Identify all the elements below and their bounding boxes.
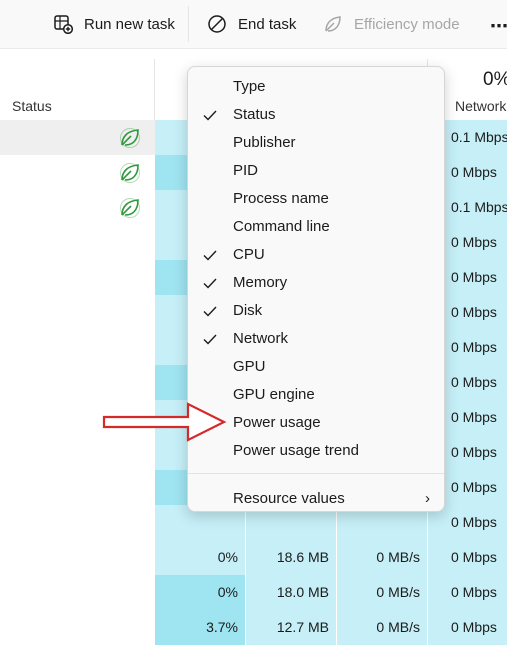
menu-item-label: Power usage bbox=[233, 414, 321, 431]
menu-item-status[interactable]: Status bbox=[188, 101, 444, 129]
table-row[interactable]: 0% 18.0 MB 0 MB/s 0 Mbps bbox=[0, 575, 507, 610]
column-divider bbox=[154, 59, 155, 121]
menu-item-label: Status bbox=[233, 106, 276, 123]
menu-item-label: CPU bbox=[233, 246, 265, 263]
network-value: 0 Mbps bbox=[451, 409, 497, 425]
network-value: 0 Mbps bbox=[451, 549, 497, 565]
menu-item-gpu[interactable]: GPU bbox=[188, 353, 444, 381]
toolbar: Run new task End task Efficiency mode ⋯ bbox=[0, 0, 507, 48]
menu-item-label: Publisher bbox=[233, 134, 296, 151]
menu-item-label: Memory bbox=[233, 274, 288, 291]
efficiency-leaf-icon bbox=[120, 163, 140, 183]
network-value: 0.1 Mbps bbox=[451, 129, 507, 145]
end-task-button[interactable]: End task bbox=[206, 10, 296, 38]
menu-item-network[interactable]: Network bbox=[188, 325, 444, 353]
network-value: 0 Mbps bbox=[451, 234, 497, 250]
menu-item-type[interactable]: Type bbox=[188, 73, 444, 101]
run-new-task-button[interactable]: Run new task bbox=[52, 10, 175, 38]
red-arrow-annotation bbox=[102, 402, 227, 442]
menu-item-cpu[interactable]: CPU bbox=[188, 241, 444, 269]
network-value: 0.1 Mbps bbox=[451, 199, 507, 215]
chevron-right-icon: › bbox=[425, 490, 430, 507]
menu-item-label: Disk bbox=[233, 302, 263, 319]
network-value: 0 Mbps bbox=[451, 584, 497, 600]
menu-item-disk[interactable]: Disk bbox=[188, 297, 444, 325]
cpu-value: 0% bbox=[217, 584, 238, 600]
menu-item-pid[interactable]: PID bbox=[188, 157, 444, 185]
network-value: 0 Mbps bbox=[451, 339, 497, 355]
efficiency-mode-label: Efficiency mode bbox=[354, 15, 460, 33]
network-total-percent: 0% bbox=[483, 69, 507, 90]
network-value: 0 Mbps bbox=[451, 374, 497, 390]
toolbar-separator bbox=[188, 6, 189, 42]
efficiency-leaf-icon bbox=[120, 128, 140, 148]
memory-value: 18.6 MB bbox=[276, 549, 329, 565]
efficiency-leaf-icon bbox=[120, 198, 140, 218]
efficiency-mode-button[interactable]: Efficiency mode bbox=[322, 10, 460, 38]
network-value: 0 Mbps bbox=[451, 164, 497, 180]
end-task-icon bbox=[206, 13, 228, 35]
run-new-task-label: Run new task bbox=[84, 15, 175, 33]
menu-item-label: Network bbox=[233, 330, 289, 347]
menu-item-label: PID bbox=[233, 162, 259, 179]
menu-item-label: GPU bbox=[233, 358, 266, 375]
disk-value: 0 MB/s bbox=[376, 584, 420, 600]
menu-item-label: Resource values bbox=[233, 490, 345, 507]
menu-item-label: Process name bbox=[233, 190, 329, 207]
menu-item-process-name[interactable]: Process name bbox=[188, 185, 444, 213]
checkmark-icon bbox=[203, 334, 217, 345]
menu-item-label: GPU engine bbox=[233, 386, 315, 403]
network-value: 0 Mbps bbox=[451, 444, 497, 460]
more-options-icon[interactable]: ⋯ bbox=[490, 16, 507, 37]
network-value: 0 Mbps bbox=[451, 304, 497, 320]
run-new-task-icon bbox=[52, 13, 74, 35]
network-value: 0 Mbps bbox=[451, 619, 497, 635]
network-value: 0 Mbps bbox=[451, 269, 497, 285]
menu-item-publisher[interactable]: Publisher bbox=[188, 129, 444, 157]
menu-item-command-line[interactable]: Command line bbox=[188, 213, 444, 241]
network-column-header[interactable]: Network bbox=[455, 98, 506, 114]
end-task-label: End task bbox=[238, 15, 297, 33]
menu-item-resource-values[interactable]: Resource values › bbox=[188, 485, 444, 513]
cpu-value: 3.7% bbox=[206, 619, 238, 635]
checkmark-icon bbox=[203, 278, 217, 289]
memory-value: 12.7 MB bbox=[276, 619, 329, 635]
status-column-header[interactable]: Status bbox=[12, 98, 52, 114]
menu-item-label: Command line bbox=[233, 218, 330, 235]
disk-value: 0 MB/s bbox=[376, 619, 420, 635]
network-value: 0 Mbps bbox=[451, 514, 497, 530]
menu-item-label: Type bbox=[233, 78, 266, 95]
menu-item-label: Power usage trend bbox=[233, 442, 359, 459]
checkmark-icon bbox=[203, 110, 217, 121]
efficiency-leaf-icon bbox=[322, 13, 344, 35]
checkmark-icon bbox=[203, 306, 217, 317]
network-value: 0 Mbps bbox=[451, 479, 497, 495]
memory-value: 18.0 MB bbox=[276, 584, 329, 600]
cpu-value: 0% bbox=[217, 549, 238, 565]
menu-separator bbox=[188, 473, 444, 474]
table-row[interactable]: 0% 18.6 MB 0 MB/s 0 Mbps bbox=[0, 540, 507, 575]
table-row[interactable]: 3.7% 12.7 MB 0 MB/s 0 Mbps bbox=[0, 610, 507, 645]
checkmark-icon bbox=[203, 250, 217, 261]
menu-item-memory[interactable]: Memory bbox=[188, 269, 444, 297]
disk-value: 0 MB/s bbox=[376, 549, 420, 565]
